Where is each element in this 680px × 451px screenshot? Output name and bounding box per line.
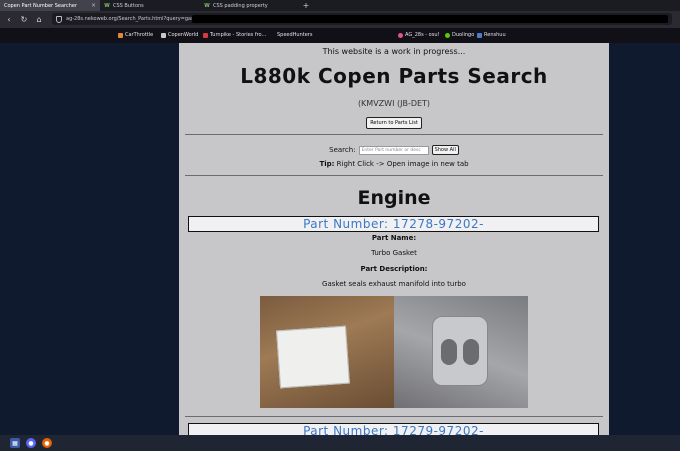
part-label-sticker [276,325,350,389]
tab-label: CSS Buttons [113,2,144,9]
gasket-shape [432,316,488,386]
packaged-gasket-image [260,296,394,408]
section-title: Engine [357,187,431,209]
bookmark-label: CarThrottle [125,32,154,38]
bookmark-label: CopenWorld [168,32,199,38]
w3schools-icon: W [204,2,210,9]
bookmark-speedhunters[interactable]: SpeedHunters [277,32,312,38]
tip: Tip: Right Click -> Open image in new ta… [179,160,609,170]
copenworld-icon [161,32,166,38]
bookmark-carthrottle[interactable]: CarThrottle [118,32,153,38]
turnpike-icon [203,32,208,38]
page-viewport: This website is a work in progress... L8… [0,43,680,435]
bookmark-label: SpeedHunters [277,32,313,38]
taskbar: ▦ ● ● [0,435,680,451]
engine-code: (KMVZWI (JB-DET) [357,99,431,108]
tab-label: Copen Part Number Searcher [4,2,78,9]
bookmark-label: Duolingo [452,32,475,38]
gasket-port [441,339,457,365]
duolingo-icon [445,32,450,38]
part-number-box: Part Number: 17278-97202- [188,216,599,232]
search-label: Search: [329,146,356,154]
bookmark-label: Turnpike - Stories fro... [210,32,267,38]
tip-label: Tip: [319,160,335,168]
url-text: ag-28s.nekoweb.org/Search_Parts.html?que… [66,16,202,22]
show-all-button[interactable]: Show All [431,145,459,155]
tip-text: Right Click -> Open image in new tab [334,160,469,168]
divider [185,134,603,135]
bookmark-turnpike[interactable]: Turnpike - Stories fro... [203,32,266,38]
search-row: Search: Enter Part number or desc Show A… [179,144,609,156]
part-name: Turbo Gasket [371,249,417,257]
divider [185,175,603,176]
bookmark-label: Renshuu [484,32,506,38]
part-photo[interactable] [260,296,528,408]
part-description-label: Part Description: [360,265,428,273]
bookmark-label: AG_28s - osu! [405,32,440,38]
part-number-box: Part Number: 17279-97202- [188,423,599,435]
tab-copen-search[interactable]: Copen Part Number Searcher × [0,0,100,11]
shield-icon [56,15,62,23]
redaction-bar [192,15,668,23]
bookmark-copenworld[interactable]: CopenWorld [161,32,198,38]
page-title: L880k Copen Parts Search [240,64,548,88]
part-number: Part Number: 17279-97202- [303,424,484,435]
gasket-port [463,339,479,365]
w3schools-icon: W [104,2,110,9]
new-tab-icon[interactable]: + [300,0,312,11]
firefox-icon[interactable]: ● [42,438,52,448]
carthrottle-icon [118,32,123,38]
home-icon[interactable]: ⌂ [33,14,45,26]
back-icon[interactable]: ‹ [3,14,15,26]
close-tab-icon[interactable]: × [91,2,96,9]
address-bar[interactable]: ag-28s.nekoweb.org/Search_Parts.html?que… [52,13,672,25]
tab-label: CSS padding property [213,2,268,9]
discord-icon[interactable]: ● [26,438,36,448]
bookmark-osu[interactable]: AG_28s - osu! [398,32,440,38]
bookmark-duolingo[interactable]: Duolingo [445,32,474,38]
tab-css-padding[interactable]: W CSS padding property [200,0,300,11]
reload-icon[interactable]: ↻ [18,14,30,26]
nav-bar: ‹ ↻ ⌂ ag-28s.nekoweb.org/Search_Parts.ht… [0,11,680,28]
search-input[interactable]: Enter Part number or desc [358,145,429,155]
divider [185,416,603,417]
part-name-label: Part Name: [371,234,417,242]
renshuu-icon [477,32,482,38]
osu-icon [398,32,403,38]
tab-bar: Copen Part Number Searcher × W CSS Butto… [0,0,680,11]
bookmarks-bar: CarThrottle CopenWorld Turnpike - Storie… [0,28,680,43]
bookmark-renshuu[interactable]: Renshuu [477,32,506,38]
tab-css-buttons[interactable]: W CSS Buttons [100,0,200,11]
return-to-parts-list-button[interactable]: Return to Parts List [366,117,422,129]
part-description: Gasket seals exhaust manifold into turbo [322,280,466,288]
start-icon[interactable]: ▦ [10,438,20,448]
part-number: Part Number: 17278-97202- [303,217,484,231]
wip-notice: This website is a work in progress... [322,47,466,56]
gasket-image [394,296,528,408]
main-content: This website is a work in progress... L8… [179,43,609,435]
